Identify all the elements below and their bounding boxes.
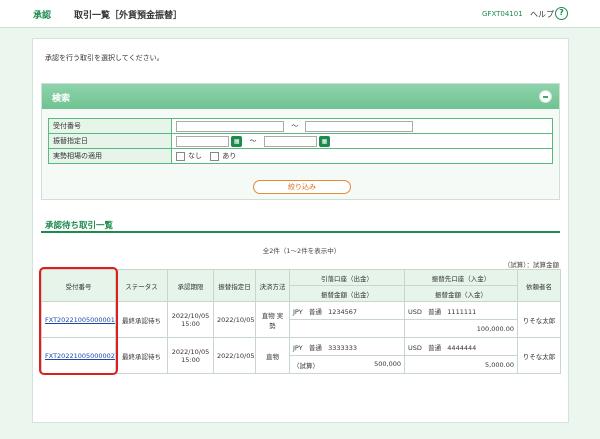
filter-button[interactable]: 絞り込み — [253, 180, 351, 194]
settlement-cell: 直物 — [255, 337, 290, 374]
from-amount: 500,000 — [374, 359, 401, 368]
from-currency: JPY — [293, 343, 303, 352]
transfer-date-from-input[interactable] — [176, 135, 229, 147]
actual-rate-yes-checkbox[interactable] — [210, 151, 220, 161]
from-account-type: 普通 — [308, 343, 322, 352]
instruction-text: 承認を行う取引を選択してください。 — [45, 54, 164, 62]
collapse-icon[interactable] — [539, 90, 552, 103]
col-requester: 依頼者名 — [517, 269, 561, 302]
search-title: 検索 — [52, 94, 71, 104]
table-row: FXT20221005000002 最終承認待ち 2022/10/05 15:00… — [41, 337, 561, 374]
col-settlement: 決済方法 — [255, 269, 290, 302]
requester-cell: りそな太郎 — [517, 337, 561, 374]
deadline-date: 2022/10/05 — [171, 347, 210, 356]
receipt-no-to-input[interactable] — [305, 120, 414, 132]
status-cell: 最終承認待ち — [115, 337, 168, 374]
app-header: 承認 取引一覧［外貨預金振替］ GFXT04101 ヘルプ ? — [0, 0, 600, 28]
from-currency: JPY — [293, 307, 303, 316]
from-estimate-note: （試算） — [293, 361, 319, 370]
requester-cell: りそな太郎 — [517, 301, 561, 338]
receipt-no-from-input[interactable] — [176, 120, 284, 132]
status-cell: 最終承認待ち — [115, 301, 168, 338]
pending-transactions-table: 受付番号 ステータス 承認期限 振替指定日 決済方法 引落口座（出金） 振替先口… — [41, 269, 561, 374]
transfer-date-to-input[interactable] — [263, 135, 317, 147]
estimate-note: （試算）：試算金額 — [503, 261, 559, 269]
col-from-account: 引落口座（出金） — [289, 269, 405, 286]
search-header[interactable]: 検索 — [42, 84, 559, 109]
search-form: 受付番号 ～ 振替指定日 ▦ ～ ▦ 実勢相場の適用 なし あり — [48, 118, 553, 164]
range-tilde: ～ — [249, 137, 257, 145]
list-title: 承認待ち取引一覧 — [45, 221, 114, 231]
page-title: 取引一覧［外貨預金振替］ — [74, 11, 183, 21]
to-account-no: 1111111 — [447, 307, 477, 316]
option-none-label: なし — [188, 152, 202, 160]
col-to-amount: 振替金額（入金） — [404, 285, 518, 302]
col-status: ステータス — [115, 269, 168, 302]
to-currency: USD — [408, 307, 422, 316]
to-currency: USD — [408, 343, 422, 352]
highlight-annotation — [39, 267, 118, 375]
option-yes-label: あり — [222, 152, 237, 160]
from-account-no: 1234567 — [328, 307, 358, 316]
calendar-icon[interactable]: ▦ — [231, 135, 243, 147]
from-account-no: 3333333 — [328, 343, 358, 352]
settlement-cell: 直物 実勢 — [255, 301, 290, 338]
deadline-time: 15:00 — [181, 355, 200, 364]
section-label: 承認 — [33, 11, 52, 21]
to-account-type: 普通 — [428, 307, 442, 316]
deadline-date: 2022/10/05 — [171, 311, 210, 320]
to-amount: 5,000.00 — [404, 355, 518, 374]
actual-rate-label: 実勢相場の適用 — [48, 148, 172, 164]
help-link[interactable]: ヘルプ — [530, 9, 554, 20]
result-count: 全2件（1～2件を表示中） — [262, 247, 341, 255]
list-divider — [41, 231, 560, 233]
transfer-date-cell: 2022/10/05 — [213, 301, 256, 338]
range-tilde: ～ — [291, 122, 299, 130]
actual-rate-none-checkbox[interactable] — [176, 151, 185, 161]
receipt-no-label: 受付番号 — [48, 118, 172, 134]
table-row: FXT20221005000001 最終承認待ち 2022/10/05 15:00… — [41, 301, 561, 338]
to-amount: 100,000.00 — [404, 319, 518, 338]
col-transfer-date: 振替指定日 — [213, 269, 256, 302]
transfer-date-label: 振替指定日 — [48, 133, 172, 149]
col-from-amount: 振替金額（出金） — [289, 285, 405, 302]
deadline-time: 15:00 — [181, 319, 200, 328]
screen-code: GFXT04101 — [482, 10, 523, 18]
col-to-account: 振替先口座（入金） — [404, 269, 518, 286]
from-account-type: 普通 — [308, 307, 322, 316]
col-approval-deadline: 承認期限 — [167, 269, 214, 302]
to-account-no: 4444444 — [447, 343, 477, 352]
to-account-type: 普通 — [428, 343, 442, 352]
help-icon[interactable]: ? — [555, 7, 568, 20]
search-panel: 検索 受付番号 ～ 振替指定日 ▦ ～ ▦ 実勢相場の適用 なし あり 絞り込み — [41, 83, 560, 200]
calendar-icon[interactable]: ▦ — [318, 135, 330, 147]
transfer-date-cell: 2022/10/05 — [213, 337, 256, 374]
